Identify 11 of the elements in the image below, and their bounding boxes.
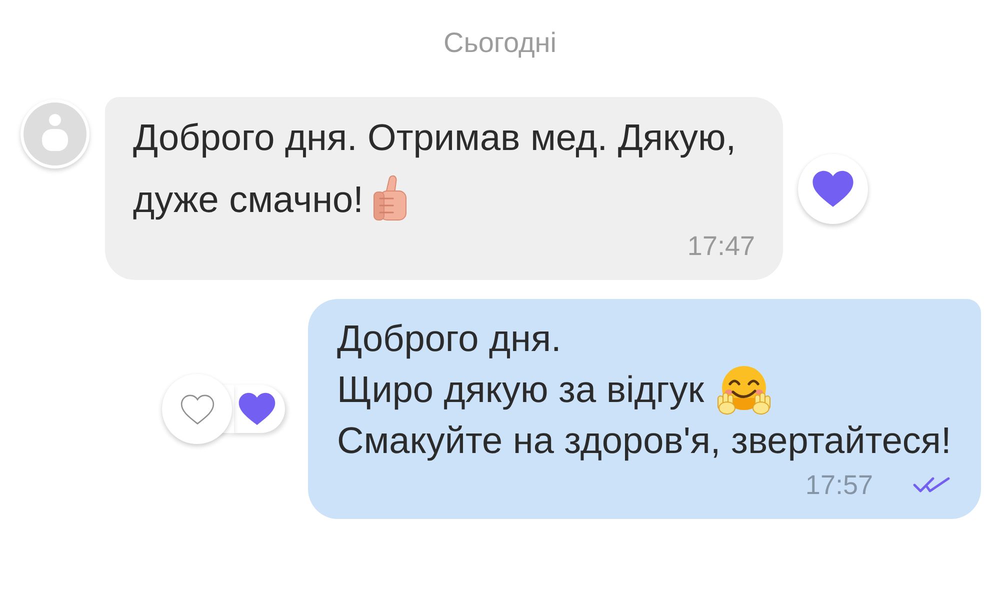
date-divider: Сьогодні — [444, 27, 556, 58]
message-text: Смакуйте на здоров'я, звертайтеся! — [337, 420, 952, 462]
message-text: Доброго дня. — [337, 318, 562, 360]
message-time: 17:57 — [805, 470, 873, 500]
message-text: дуже смачно! — [133, 179, 364, 221]
message-time: 17:47 — [687, 231, 755, 261]
reaction-button[interactable] — [798, 154, 868, 224]
message-text: Доброго дня. Отримав мед. Дякую, — [133, 117, 736, 159]
hugging-face-icon — [716, 365, 772, 415]
reaction-button[interactable] — [162, 374, 232, 444]
message-text: Щиро дякую за відгук — [337, 369, 704, 411]
